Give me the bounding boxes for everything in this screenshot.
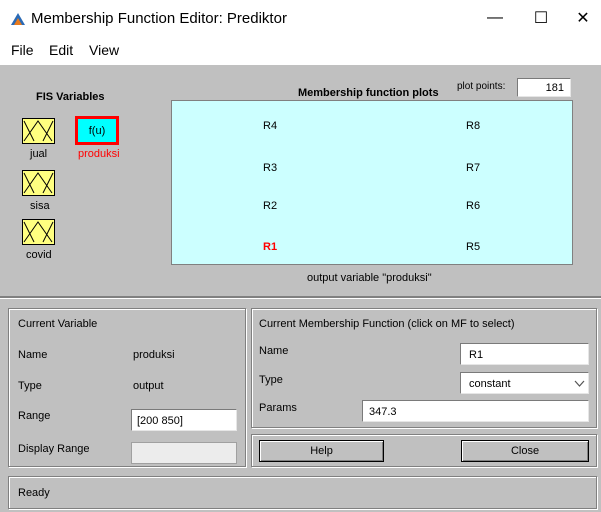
mf-type-label: Type bbox=[259, 374, 283, 386]
status-panel bbox=[8, 476, 597, 509]
input-label-jual: jual bbox=[30, 148, 48, 160]
mf-label-r1-selected[interactable]: R1 bbox=[263, 241, 277, 253]
minimize-button[interactable]: — bbox=[472, 0, 518, 36]
mf-params-input[interactable]: 347.3 bbox=[362, 400, 589, 422]
chevron-down-icon bbox=[574, 380, 585, 387]
plot-caption: output variable "produksi" bbox=[307, 272, 432, 284]
close-button[interactable]: Close bbox=[461, 440, 589, 462]
mf-type-value: constant bbox=[469, 378, 511, 390]
plot-heading: Membership function plots bbox=[298, 87, 439, 99]
close-icon: ✕ bbox=[576, 10, 590, 27]
input-label-covid: covid bbox=[26, 249, 52, 261]
menu-edit[interactable]: Edit bbox=[49, 42, 73, 58]
mf-type-select[interactable]: constant bbox=[460, 372, 589, 394]
close-window-button[interactable]: ✕ bbox=[560, 0, 601, 36]
mf-label-r4[interactable]: R4 bbox=[263, 120, 277, 132]
mf-params-label: Params bbox=[259, 402, 297, 414]
mf-name-label: Name bbox=[259, 345, 289, 357]
variable-range-input[interactable]: [200 850] bbox=[131, 409, 237, 431]
current-mf-heading: Current Membership Function (click on MF… bbox=[259, 318, 515, 330]
variable-type-label: Type bbox=[18, 380, 42, 392]
mf-label-r7[interactable]: R7 bbox=[466, 162, 480, 174]
plot-points-input[interactable]: 181 bbox=[517, 78, 571, 97]
input-variable-sisa[interactable] bbox=[22, 170, 55, 196]
matlab-app-icon bbox=[11, 13, 25, 25]
current-variable-heading: Current Variable bbox=[18, 318, 98, 330]
membership-curves-icon bbox=[23, 172, 54, 194]
status-text: Ready bbox=[18, 487, 50, 499]
window-title: Membership Function Editor: Prediktor bbox=[31, 10, 287, 27]
output-function-label: f(u) bbox=[88, 124, 106, 137]
display-range-label: Display Range bbox=[18, 443, 90, 455]
variable-name-value: produksi bbox=[133, 349, 175, 361]
plot-points-label: plot points: bbox=[457, 81, 506, 92]
help-button[interactable]: Help bbox=[259, 440, 384, 462]
menu-view[interactable]: View bbox=[89, 42, 119, 58]
output-variable-produksi[interactable]: f(u) bbox=[75, 116, 119, 145]
output-label-produksi: produksi bbox=[78, 148, 120, 160]
input-variable-covid[interactable] bbox=[22, 219, 55, 245]
variable-name-label: Name bbox=[18, 349, 48, 361]
minimize-icon: — bbox=[487, 9, 503, 26]
variable-type-value: output bbox=[133, 380, 164, 392]
close-button-label: Close bbox=[510, 445, 540, 457]
mf-name-input[interactable]: R1 bbox=[460, 343, 589, 365]
fis-variables-heading: FIS Variables bbox=[36, 91, 105, 103]
membership-plot-area[interactable] bbox=[171, 100, 573, 265]
variable-range-label: Range bbox=[18, 410, 51, 422]
mf-label-r8[interactable]: R8 bbox=[466, 120, 480, 132]
mf-label-r6[interactable]: R6 bbox=[466, 200, 480, 212]
membership-curves-icon bbox=[23, 120, 54, 142]
display-range-input bbox=[131, 442, 237, 464]
mf-label-r2[interactable]: R2 bbox=[263, 200, 277, 212]
input-variable-jual[interactable] bbox=[22, 118, 55, 144]
help-button-label: Help bbox=[310, 445, 333, 457]
mf-label-r3[interactable]: R3 bbox=[263, 162, 277, 174]
membership-curves-icon bbox=[23, 221, 54, 243]
maximize-button[interactable]: ☐ bbox=[518, 0, 564, 36]
menu-file[interactable]: File bbox=[11, 42, 34, 58]
input-label-sisa: sisa bbox=[30, 200, 50, 212]
section-divider bbox=[0, 296, 601, 299]
mf-label-r5[interactable]: R5 bbox=[466, 241, 480, 253]
maximize-icon: ☐ bbox=[533, 10, 549, 27]
